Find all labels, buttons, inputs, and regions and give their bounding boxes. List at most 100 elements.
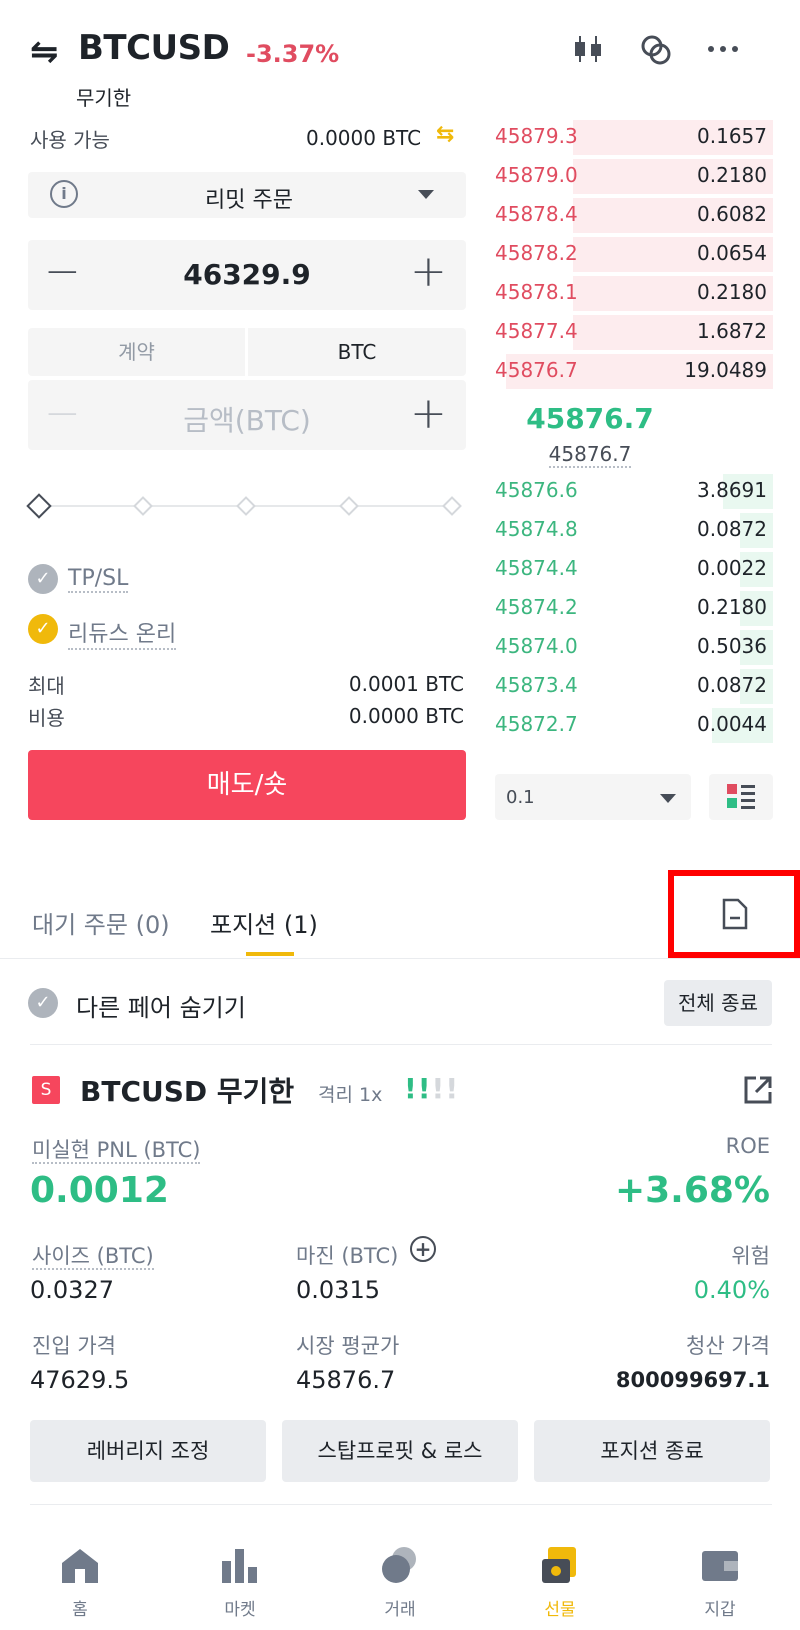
bid-row[interactable]: 45874.2 0.2180	[495, 589, 773, 628]
bid-row[interactable]: 45874.8 0.0872	[495, 511, 773, 550]
slider-node[interactable]	[133, 496, 153, 516]
share-icon[interactable]	[742, 1074, 774, 1106]
nav-markets[interactable]: 마켓	[180, 1545, 300, 1620]
reduce-only-label[interactable]: 리듀스 온리	[68, 616, 177, 650]
order-quantity: 0.0044	[697, 712, 767, 736]
add-margin-icon[interactable]: +	[410, 1236, 436, 1262]
nav-home-label: 홈	[72, 1600, 88, 1620]
divider	[30, 1044, 772, 1045]
size-value: 0.0327	[30, 1276, 114, 1304]
unit-tab-contracts[interactable]: 계약	[28, 328, 245, 376]
ask-row[interactable]: 45879.3 0.1657	[495, 118, 773, 157]
hide-other-pairs-checkbox[interactable]: ✓	[28, 988, 58, 1018]
nav-wallet-label: 지갑	[704, 1600, 736, 1620]
candlestick-chart-icon[interactable]	[572, 32, 606, 66]
bid-row[interactable]: 45876.6 3.8691	[495, 472, 773, 511]
nav-futures[interactable]: 선물	[500, 1545, 620, 1620]
order-price: 45877.4	[495, 319, 578, 343]
slider-node[interactable]	[442, 496, 462, 516]
order-quantity: 0.2180	[697, 280, 767, 304]
tp-sl-button[interactable]: 스탑프로핏 & 로스	[282, 1420, 518, 1482]
nav-trade[interactable]: 거래	[340, 1545, 460, 1620]
nav-trade-label: 거래	[384, 1600, 416, 1620]
close-all-button[interactable]: 전체 종료	[664, 980, 772, 1026]
nav-futures-label: 선물	[544, 1600, 576, 1620]
link-icon[interactable]	[638, 32, 674, 68]
ask-row[interactable]: 45876.7 19.0489	[495, 352, 773, 391]
liquidation-price-label: 청산 가격	[686, 1334, 770, 1358]
order-quantity: 0.0872	[697, 517, 767, 541]
adjust-leverage-button[interactable]: 레버리지 조정	[30, 1420, 266, 1482]
hide-other-pairs-label[interactable]: 다른 페어 숨기기	[76, 988, 246, 1023]
available-label: 사용 가능	[30, 128, 110, 152]
margin-mode: 격리 1x	[318, 1084, 383, 1106]
ask-row[interactable]: 45878.4 0.6082	[495, 196, 773, 235]
mark-price-label: 시장 평균가	[296, 1334, 400, 1358]
swap-icon[interactable]: ⇋	[30, 32, 59, 72]
nav-home[interactable]: 홈	[20, 1545, 140, 1620]
wallet-icon	[702, 1551, 738, 1581]
more-icon[interactable]	[706, 44, 742, 54]
order-quantity: 3.8691	[697, 478, 767, 502]
price-value[interactable]: 46329.9	[28, 258, 466, 291]
pair-title[interactable]: BTCUSD	[78, 28, 230, 68]
transfer-icon[interactable]: ⇆	[436, 122, 454, 147]
margin-value: 0.0315	[296, 1276, 380, 1304]
slider-node[interactable]	[339, 496, 359, 516]
order-price: 45878.4	[495, 202, 578, 226]
close-position-button[interactable]: 포지션 종료	[534, 1420, 770, 1482]
order-price: 45873.4	[495, 673, 578, 697]
order-price: 45876.7	[495, 358, 578, 382]
order-quantity: 1.6872	[697, 319, 767, 343]
ask-row[interactable]: 45878.1 0.2180	[495, 274, 773, 313]
divider	[0, 958, 800, 959]
sell-short-button[interactable]: 매도/숏	[28, 750, 466, 820]
slider-handle[interactable]	[26, 493, 52, 519]
cost-label: 비용	[28, 706, 65, 730]
liquidation-price-value: 800099697.1	[615, 1368, 770, 1392]
active-tab-indicator	[246, 952, 294, 956]
order-price: 45878.1	[495, 280, 578, 304]
bid-row[interactable]: 45872.7 0.0044	[495, 706, 773, 745]
order-price: 45879.3	[495, 124, 578, 148]
reduce-only-checkbox[interactable]: ✓	[28, 614, 58, 644]
home-icon	[62, 1549, 98, 1583]
ask-row[interactable]: 45878.2 0.0654	[495, 235, 773, 274]
ask-row[interactable]: 45879.0 0.2180	[495, 157, 773, 196]
price-increase-button[interactable]: +	[410, 250, 447, 294]
divider	[30, 1504, 772, 1505]
slider-node[interactable]	[236, 496, 256, 516]
mark-price: 45876.7	[548, 442, 632, 468]
ask-row[interactable]: 45877.4 1.6872	[495, 313, 773, 352]
tab-open-orders[interactable]: 대기 주문 (0)	[32, 905, 170, 940]
order-type-label: 리밋 주문	[205, 188, 293, 213]
trade-icon	[382, 1547, 416, 1583]
order-quantity: 0.0872	[697, 673, 767, 697]
unit-tab-btc[interactable]: BTC	[248, 328, 466, 376]
order-quantity: 0.1657	[697, 124, 767, 148]
order-price: 45876.6	[495, 478, 578, 502]
bid-row[interactable]: 45873.4 0.0872	[495, 667, 773, 706]
bid-row[interactable]: 45874.0 0.5036	[495, 628, 773, 667]
cost-value: 0.0000 BTC	[348, 704, 464, 728]
amount-increase-button[interactable]: +	[410, 392, 447, 436]
order-quantity: 0.5036	[697, 634, 767, 658]
max-value: 0.0001 BTC	[348, 672, 464, 696]
nav-wallet[interactable]: 지갑	[660, 1545, 780, 1620]
tab-positions[interactable]: 포지션 (1)	[210, 905, 318, 940]
order-quantity: 19.0489	[684, 358, 767, 382]
chevron-down-icon	[418, 190, 434, 199]
bid-row[interactable]: 45874.4 0.0022	[495, 550, 773, 589]
markets-icon	[222, 1549, 257, 1583]
header: ⇋ BTCUSD -3.37% 무기한	[0, 0, 800, 125]
mark-price-value: 45876.7	[296, 1366, 396, 1394]
entry-price-value: 47629.5	[30, 1366, 130, 1394]
order-price: 45874.0	[495, 634, 578, 658]
order-price: 45879.0	[495, 163, 578, 187]
order-book-layout-button[interactable]	[709, 774, 773, 820]
tpsl-label[interactable]: TP/SL	[68, 566, 129, 593]
order-price: 45874.4	[495, 556, 578, 580]
layout-icon	[727, 784, 755, 809]
chevron-down-icon	[660, 794, 676, 803]
tpsl-checkbox[interactable]: ✓	[28, 564, 58, 594]
